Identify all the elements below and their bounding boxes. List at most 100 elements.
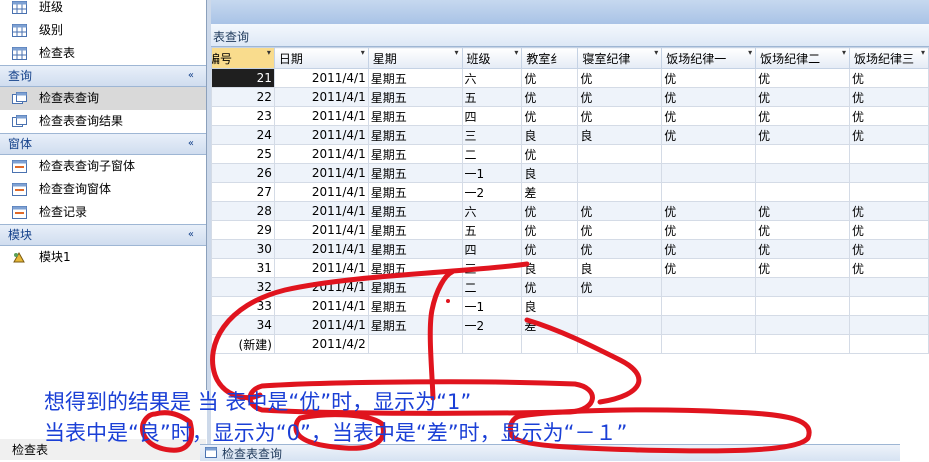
nav-item[interactable]: 班级 <box>0 0 206 19</box>
table-cell[interactable]: 24 <box>211 125 275 145</box>
filter-dropdown-icon[interactable]: ▾ <box>842 49 846 58</box>
table-cell[interactable]: 优 <box>661 258 757 278</box>
filter-dropdown-icon[interactable]: ▾ <box>267 49 271 58</box>
table-cell[interactable]: 三 <box>461 125 523 145</box>
table-cell[interactable]: 良 <box>521 163 579 183</box>
table-cell[interactable]: 优 <box>521 201 579 221</box>
table-cell[interactable]: 一2 <box>461 315 523 335</box>
table-row[interactable]: 29 2011/4/1 星期五五优优优优优 <box>211 220 929 240</box>
new-record-row[interactable]: (新建) 2011/4/2 <box>211 334 929 354</box>
table-row[interactable]: 31 2011/4/1 星期五三良良优优优 <box>211 258 929 278</box>
table-cell[interactable]: 星期五 <box>367 87 463 107</box>
table-cell[interactable]: 星期五 <box>367 258 463 278</box>
table-cell[interactable]: 一2 <box>461 182 523 202</box>
table-cell[interactable]: 星期五 <box>367 239 463 259</box>
table-cell[interactable]: 差 <box>521 315 579 335</box>
table-cell[interactable]: 21 <box>211 68 275 88</box>
table-cell[interactable] <box>661 334 757 354</box>
table-cell[interactable]: 五 <box>461 87 523 107</box>
table-cell[interactable]: 优 <box>755 125 850 145</box>
table-cell[interactable]: 优 <box>848 239 929 259</box>
table-cell[interactable]: 优 <box>755 106 850 126</box>
column-header[interactable]: 星期 ▾ <box>367 47 463 69</box>
table-cell[interactable]: 良 <box>577 258 663 278</box>
table-cell[interactable]: 优 <box>521 87 579 107</box>
table-cell[interactable]: 优 <box>755 239 850 259</box>
table-row[interactable]: 27 2011/4/1 星期五 一2 差 <box>211 182 929 202</box>
table-cell[interactable]: 优 <box>661 201 757 221</box>
table-cell[interactable]: 优 <box>848 87 929 107</box>
table-cell[interactable] <box>755 277 850 297</box>
table-cell[interactable]: 优 <box>577 106 663 126</box>
column-header[interactable]: 教室纟 <box>521 47 579 69</box>
filter-dropdown-icon[interactable]: ▾ <box>748 49 752 58</box>
table-cell[interactable] <box>661 315 757 335</box>
table-cell[interactable]: 星期五 <box>367 163 463 183</box>
table-row[interactable]: 22 2011/4/1 星期五五优优优优优 <box>211 87 929 107</box>
table-cell[interactable]: 25 <box>211 144 275 164</box>
table-cell[interactable]: 2011/4/1 <box>273 315 369 335</box>
table-row[interactable]: 23 2011/4/1 星期五四优优优优优 <box>211 106 929 126</box>
table-cell[interactable]: 优 <box>848 106 929 126</box>
nav-group-header[interactable]: 窗体 « <box>0 133 206 155</box>
table-cell[interactable]: 2011/4/1 <box>273 220 369 240</box>
table-cell[interactable] <box>521 334 579 354</box>
nav-item[interactable]: 检查表 <box>0 42 206 65</box>
filter-dropdown-icon[interactable]: ▾ <box>455 49 459 58</box>
nav-item[interactable]: 检查记录 <box>0 201 206 224</box>
table-cell[interactable] <box>577 296 663 316</box>
chevron-up-icon[interactable]: « <box>188 134 194 154</box>
table-cell[interactable]: 优 <box>661 87 757 107</box>
table-cell[interactable] <box>661 163 757 183</box>
table-cell[interactable] <box>755 144 850 164</box>
table-cell[interactable] <box>848 315 929 335</box>
table-cell[interactable] <box>661 144 757 164</box>
table-cell[interactable]: 34 <box>211 315 275 335</box>
table-cell[interactable]: 优 <box>755 220 850 240</box>
table-cell[interactable]: 优 <box>577 220 663 240</box>
table-cell[interactable] <box>661 296 757 316</box>
table-cell[interactable] <box>755 296 850 316</box>
table-cell[interactable] <box>755 334 850 354</box>
table-cell[interactable]: 2011/4/1 <box>273 258 369 278</box>
table-cell[interactable]: 2011/4/1 <box>273 201 369 221</box>
column-header[interactable]: 日期 ▾ <box>273 47 369 69</box>
table-cell[interactable] <box>755 315 850 335</box>
filter-dropdown-icon[interactable]: ▾ <box>361 49 365 58</box>
table-cell[interactable]: 五 <box>461 220 523 240</box>
table-cell[interactable] <box>661 277 757 297</box>
table-cell[interactable]: 23 <box>211 106 275 126</box>
table-cell[interactable]: 2011/4/2 <box>273 334 369 354</box>
table-cell[interactable]: 优 <box>755 201 850 221</box>
nav-item[interactable]: 检查表查询子窗体 <box>0 155 206 178</box>
column-header[interactable]: 编号 ▾ <box>211 47 275 69</box>
table-row[interactable]: 30 2011/4/1 星期五四优优优优优 <box>211 239 929 259</box>
table-cell[interactable]: 优 <box>577 87 663 107</box>
table-cell[interactable]: 2011/4/1 <box>273 182 369 202</box>
table-cell[interactable]: 2011/4/1 <box>273 277 369 297</box>
table-cell[interactable]: 2011/4/1 <box>273 68 369 88</box>
table-cell[interactable]: 优 <box>848 258 929 278</box>
table-cell[interactable]: 星期五 <box>367 296 463 316</box>
nav-group-header[interactable]: 模块 « <box>0 224 206 246</box>
table-cell[interactable]: 30 <box>211 239 275 259</box>
table-cell[interactable]: 33 <box>211 296 275 316</box>
table-cell[interactable] <box>848 144 929 164</box>
table-row[interactable]: 26 2011/4/1 星期五 一1 良 <box>211 163 929 183</box>
table-cell[interactable]: 优 <box>577 201 663 221</box>
chevron-up-icon[interactable]: « <box>188 225 194 245</box>
table-cell[interactable] <box>661 182 757 202</box>
column-header[interactable]: 班级 ▾ <box>461 47 523 69</box>
table-cell[interactable]: 良 <box>521 125 579 145</box>
table-cell[interactable] <box>755 163 850 183</box>
table-row[interactable]: 25 2011/4/1 星期五二优 <box>211 144 929 164</box>
filter-dropdown-icon[interactable]: ▾ <box>921 49 925 58</box>
table-cell[interactable] <box>577 182 663 202</box>
table-cell[interactable]: 2011/4/1 <box>273 125 369 145</box>
nav-item[interactable]: 模块1 <box>0 246 206 269</box>
table-cell[interactable]: 良 <box>577 125 663 145</box>
table-cell[interactable]: 良 <box>521 258 579 278</box>
table-cell[interactable]: 优 <box>661 220 757 240</box>
table-cell[interactable]: 优 <box>755 258 850 278</box>
column-header[interactable]: 饭场纪律一 ▾ <box>661 47 757 69</box>
